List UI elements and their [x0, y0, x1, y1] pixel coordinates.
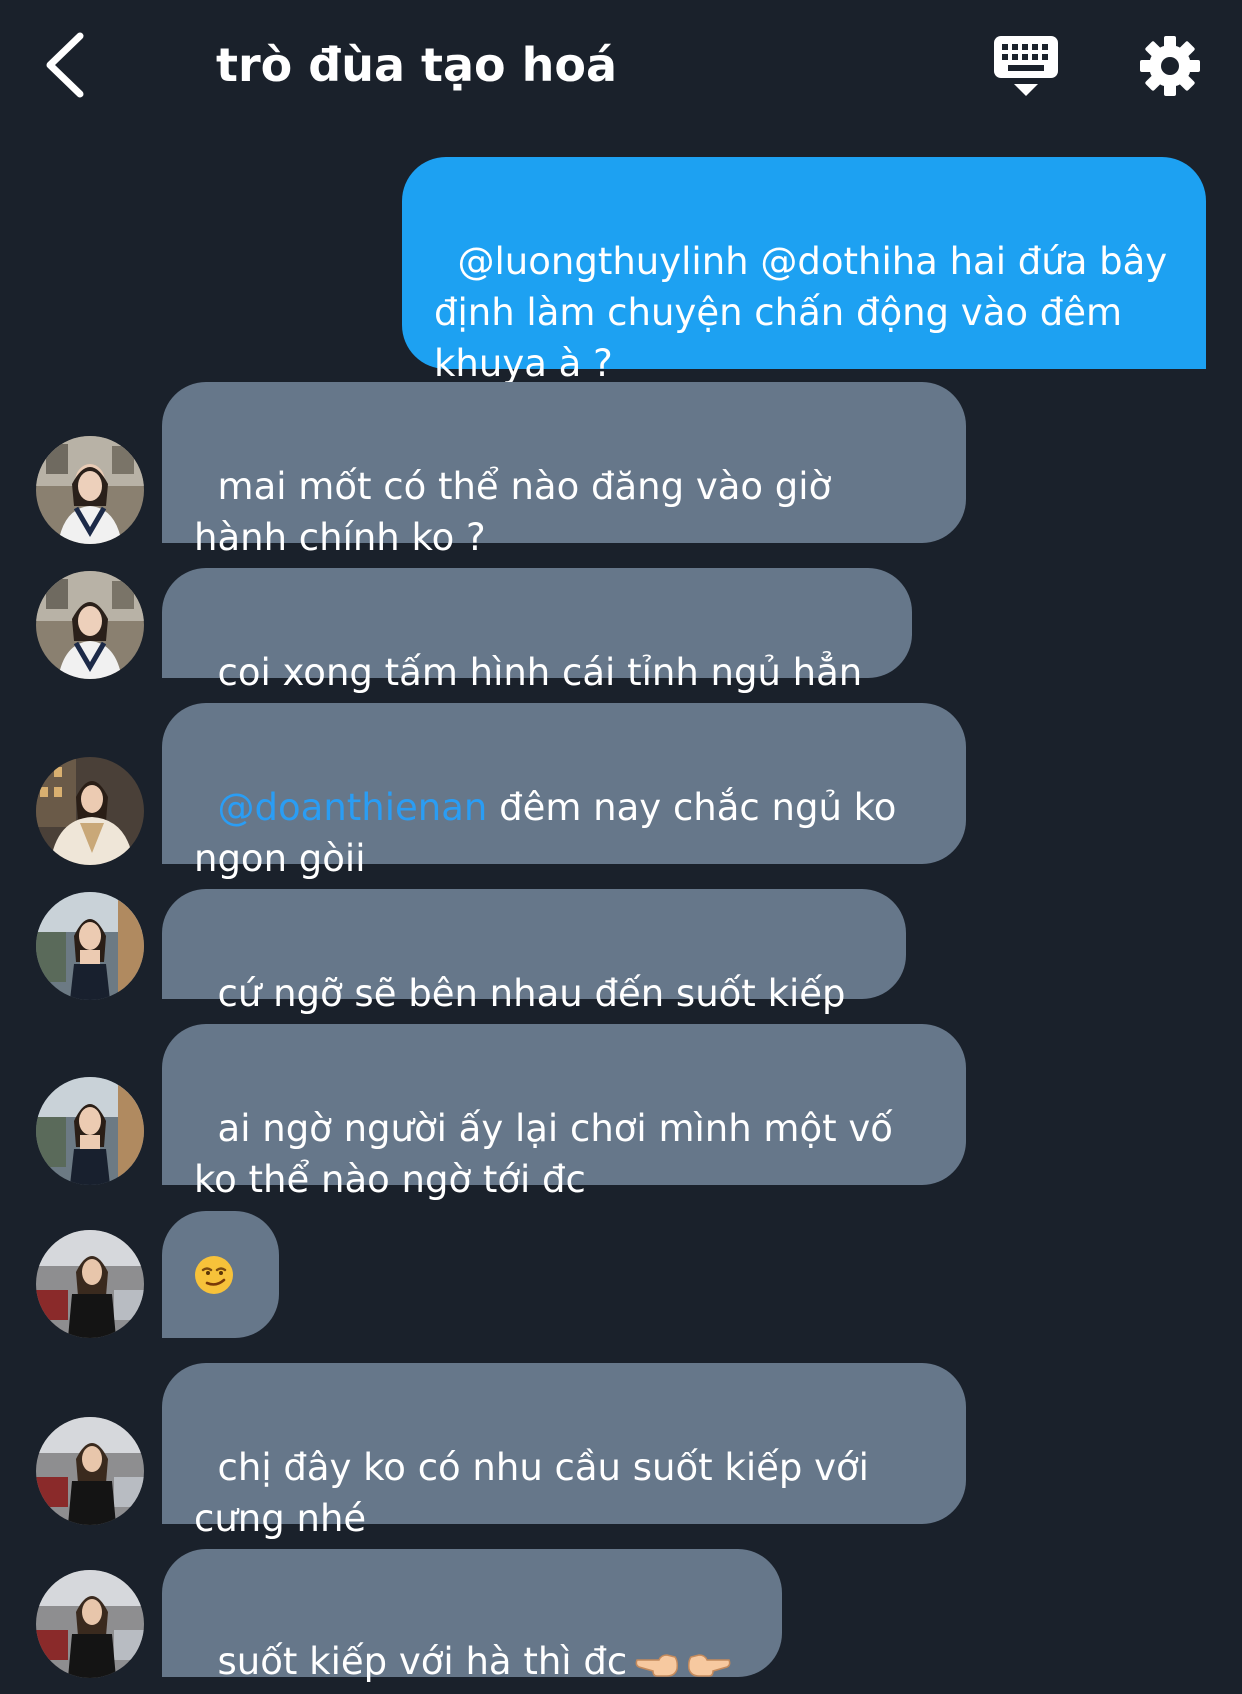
- conversation-title: trò đùa tạo hoá: [216, 38, 618, 92]
- pointing-left-hand-emoji: [635, 1653, 679, 1677]
- top-bar: trò đùa tạo hoá: [0, 0, 1242, 130]
- received-message[interactable]: ai ngờ người ấy lại chơi mình một vố ko …: [162, 1024, 966, 1201]
- keyboard-button[interactable]: [992, 34, 1060, 100]
- avatar[interactable]: [36, 1570, 144, 1678]
- message-text: cứ ngỡ sẽ bên nhau đến suốt kiếp: [217, 972, 846, 1015]
- back-button[interactable]: [40, 30, 100, 100]
- avatar[interactable]: [36, 1230, 144, 1338]
- message-text: @luongthuylinh @dothiha hai đứa bây định…: [434, 240, 1179, 385]
- message-text: coi xong tấm hình cái tỉnh ngủ hẳn: [217, 651, 863, 694]
- received-message[interactable]: mai mốt có thể nào đăng vào giờ hành chí…: [162, 382, 966, 559]
- received-message[interactable]: suốt kiếp với hà thì đc: [162, 1549, 782, 1683]
- message-text: chị đây ko có nhu cầu suốt kiếp với cưng…: [194, 1446, 881, 1540]
- avatar[interactable]: [36, 892, 144, 1000]
- received-message[interactable]: chị đây ko có nhu cầu suốt kiếp với cưng…: [162, 1363, 966, 1540]
- received-message[interactable]: cứ ngỡ sẽ bên nhau đến suốt kiếp: [162, 889, 906, 1015]
- avatar[interactable]: [36, 436, 144, 544]
- chevron-left-icon: [46, 32, 84, 98]
- smirking-face-emoji: [195, 1256, 233, 1294]
- sent-message[interactable]: @luongthuylinh @dothiha hai đứa bây định…: [402, 157, 1206, 385]
- keyboard-icon: [994, 36, 1058, 96]
- avatar[interactable]: [36, 1417, 144, 1525]
- avatar[interactable]: [36, 1077, 144, 1185]
- user-mention-link[interactable]: @doanthienan: [218, 786, 488, 829]
- message-text: suốt kiếp với hà thì đc: [217, 1640, 628, 1683]
- message-text: mai mốt có thể nào đăng vào giờ hành chí…: [194, 465, 843, 559]
- avatar[interactable]: [36, 571, 144, 679]
- received-message[interactable]: @doanthienan đêm nay chắc ngủ ko ngon gò…: [162, 703, 966, 880]
- received-message[interactable]: coi xong tấm hình cái tỉnh ngủ hẳn: [162, 568, 912, 694]
- settings-button[interactable]: [1138, 34, 1202, 98]
- avatar[interactable]: [36, 757, 144, 865]
- pointing-right-hand-emoji: [688, 1653, 731, 1677]
- message-text: ai ngờ người ấy lại chơi mình một vố ko …: [194, 1107, 905, 1201]
- gear-icon: [1140, 36, 1200, 96]
- received-message[interactable]: [162, 1211, 279, 1338]
